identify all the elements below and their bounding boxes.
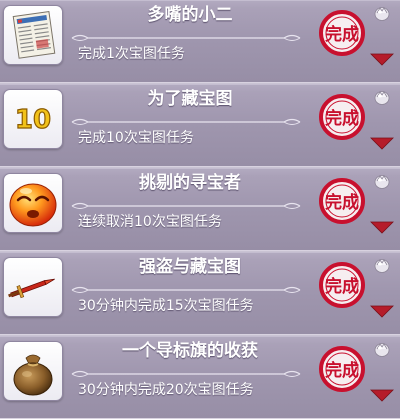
achievement-row[interactable]: 多嘴的小二 完成1次宝图任务 完成 <box>0 0 400 83</box>
silver-orb-icon <box>374 343 390 357</box>
seal-text: 完成 <box>325 24 359 45</box>
completed-seal-icon: 完成 <box>319 10 365 56</box>
achievement-list: 多嘴的小二 完成1次宝图任务 完成 10 为了藏宝图 完成10次宝图任务 完成 … <box>0 0 400 419</box>
money-bag-icon <box>3 341 63 401</box>
achievement-description: 连续取消10次宝图任务 <box>78 214 222 230</box>
achievement-row[interactable]: 强盗与藏宝图 30分钟内完成15次宝图任务 完成 <box>0 252 400 335</box>
completed-seal-icon: 完成 <box>319 178 365 224</box>
achievement-description: 完成10次宝图任务 <box>78 130 194 146</box>
achievement-title: 强盗与藏宝图 <box>139 257 241 277</box>
expand-arrow-icon[interactable] <box>369 136 395 150</box>
seal-text: 完成 <box>325 108 359 129</box>
expand-arrow-icon[interactable] <box>369 388 395 402</box>
seal-text: 完成 <box>325 360 359 381</box>
achievement-description: 30分钟内完成20次宝图任务 <box>78 382 254 398</box>
newspaper-icon <box>3 5 63 65</box>
achievement-row[interactable]: 10 为了藏宝图 完成10次宝图任务 完成 <box>0 84 400 167</box>
completed-seal-icon: 完成 <box>319 262 365 308</box>
silver-orb-icon <box>374 175 390 189</box>
expand-arrow-icon[interactable] <box>369 52 395 66</box>
expand-arrow-icon[interactable] <box>369 220 395 234</box>
completed-seal-icon: 完成 <box>319 346 365 392</box>
silver-orb-icon <box>374 91 390 105</box>
sword-icon <box>3 257 63 317</box>
achievement-row[interactable]: 一个导标旗的收获 30分钟内完成20次宝图任务 完成 <box>0 336 400 419</box>
achievement-title: 为了藏宝图 <box>147 89 233 109</box>
seal-text: 完成 <box>325 192 359 213</box>
completed-seal-icon: 完成 <box>319 94 365 140</box>
silver-orb-icon <box>374 259 390 273</box>
svg-text:10: 10 <box>15 105 51 135</box>
achievement-row[interactable]: 挑剔的寻宝者 连续取消10次宝图任务 完成 <box>0 168 400 251</box>
seal-text: 完成 <box>325 276 359 297</box>
achievement-title: 挑剔的寻宝者 <box>139 173 241 193</box>
expand-arrow-icon[interactable] <box>369 304 395 318</box>
silver-orb-icon <box>374 7 390 21</box>
achievement-title: 多嘴的小二 <box>147 5 233 25</box>
achievement-description: 30分钟内完成15次宝图任务 <box>78 298 254 314</box>
achievement-title: 一个导标旗的收获 <box>122 341 258 361</box>
angry-face-icon <box>3 173 63 233</box>
number-10-icon: 10 <box>3 89 63 149</box>
achievement-description: 完成1次宝图任务 <box>78 46 185 62</box>
